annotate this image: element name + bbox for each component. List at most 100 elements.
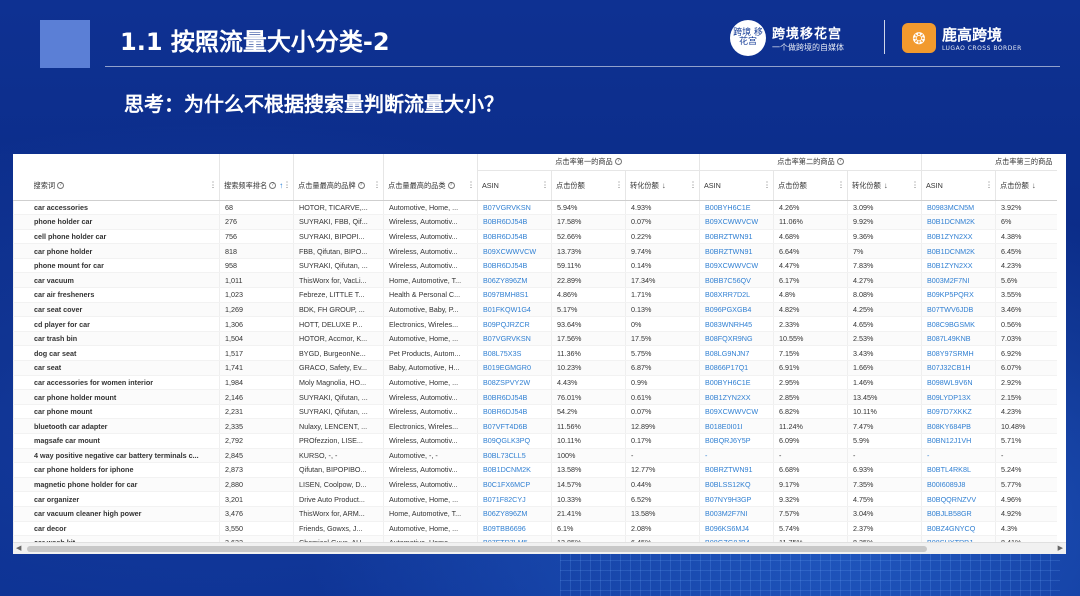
asin-cell[interactable]: B0BLSS12KQ (699, 477, 774, 493)
column-menu-icon[interactable]: ⋮ (985, 181, 993, 190)
asin-cell[interactable]: B0BN12J1VH (921, 433, 996, 449)
column-menu-icon[interactable]: ⋮ (209, 180, 217, 189)
asin-cell[interactable]: B0BR6DJ54B (477, 258, 552, 274)
asin-cell[interactable]: B0BR6DJ54B (477, 389, 552, 405)
help-icon[interactable]: ? (614, 158, 622, 166)
asin-cell[interactable]: B08KY684PB (921, 418, 996, 434)
column-menu-icon[interactable]: ⋮ (373, 180, 381, 189)
column-menu-icon[interactable]: ⋮ (911, 181, 919, 190)
asin-cell[interactable]: B096PGXGB4 (699, 302, 774, 318)
asin-cell[interactable]: B018E0I01I (699, 418, 774, 434)
asin-cell[interactable]: B08L75X3S (477, 345, 552, 362)
table-row[interactable]: car accessories for women interior 1,984 M… (13, 375, 1057, 391)
asin-cell[interactable]: B00I6089J8 (921, 477, 996, 493)
help-icon[interactable]: ? (357, 181, 365, 189)
asin-cell[interactable]: B09XCWWVCW (699, 214, 774, 230)
sort-desc-icon[interactable]: ↓ (1032, 181, 1036, 190)
asin-cell[interactable]: B0B1DCNM2K (921, 214, 996, 230)
sort-desc-icon[interactable]: ↓ (662, 181, 666, 190)
column-header-click-share-1[interactable]: 点击份额 ⋮ (551, 170, 626, 201)
asin-cell[interactable]: B0BR6DJ54B (477, 404, 552, 420)
table-row[interactable]: bluetooth car adapter 2,335 Nulaxy, LENCEN… (13, 418, 1057, 434)
asin-cell[interactable]: B0C1FX6MCP (477, 477, 552, 493)
scrollbar-thumb[interactable] (27, 546, 927, 552)
scroll-left-icon[interactable]: ◀ (16, 544, 21, 552)
asin-cell[interactable]: B00BYH6C1E (699, 200, 774, 216)
table-row[interactable]: dog car seat 1,517 BYGD, BurgeonNe... Pet P… (13, 345, 1057, 362)
table-row[interactable]: car accessories 68 HOTOR, TICARVE,... Autom… (13, 200, 1057, 216)
table-row[interactable]: phone holder car 276 SUYRAKI, FBB, Qif... W… (13, 214, 1057, 230)
asin-cell[interactable]: B0BL73CLL5 (477, 448, 552, 464)
asin-cell[interactable]: B0B1ZYN2XX (921, 229, 996, 245)
asin-cell[interactable]: B0BRZTWN91 (699, 229, 774, 245)
column-menu-icon[interactable]: ⋮ (283, 180, 291, 189)
asin-cell[interactable]: B08Y97SRMH (921, 345, 996, 362)
horizontal-scrollbar[interactable]: ◀ ▶ (13, 542, 1066, 554)
asin-cell[interactable]: B08FQXR9NG (699, 331, 774, 347)
table-row[interactable]: magnetic phone holder for car 2,880 LISEN,… (13, 477, 1057, 493)
table-row[interactable]: cd player for car 1,306 HOTT, DELUXE P... E… (13, 316, 1057, 332)
table-row[interactable]: car decor 3,550 Friends, Gowxs, J... Automo… (13, 521, 1057, 537)
asin-cell[interactable]: B019EGMGR0 (477, 360, 552, 376)
asin-cell[interactable]: B09XCWWVCW (477, 243, 552, 259)
help-icon[interactable]: ? (57, 181, 65, 189)
asin-cell[interactable]: B09QGLK3PQ (477, 433, 552, 449)
column-menu-icon[interactable]: ⋮ (541, 181, 549, 190)
help-icon[interactable]: ? (447, 181, 455, 189)
asin-cell[interactable]: B087L49KNB (921, 331, 996, 347)
table-row[interactable]: car phone holders for iphone 2,873 Qifutan… (13, 462, 1057, 478)
column-header-category[interactable]: 点击量最高的品类? ⋮ (383, 170, 478, 201)
asin-cell[interactable]: B09XCWWVCW (699, 258, 774, 274)
column-header-keyword[interactable]: 搜索词? ⋮ (13, 170, 220, 201)
asin-cell[interactable]: B083WNRH45 (699, 316, 774, 332)
asin-cell[interactable]: B0B1ZYN2XX (699, 389, 774, 405)
asin-cell[interactable]: B0983MCN5M (921, 200, 996, 216)
asin-cell[interactable]: B003M2F7NI (699, 506, 774, 522)
asin-cell[interactable]: B07VGRVKSN (477, 331, 552, 347)
asin-cell[interactable]: B09LYDP13X (921, 389, 996, 405)
asin-cell[interactable]: B098WL9V6N (921, 375, 996, 391)
asin-cell[interactable]: B0BRZTWN91 (699, 243, 774, 259)
asin-cell[interactable]: B0BZ4GNYCQ (921, 521, 996, 537)
asin-cell[interactable]: B08LG9NJN7 (699, 345, 774, 362)
asin-cell[interactable]: B07VGRVKSN (477, 200, 552, 216)
asin-cell[interactable]: B096KS6MJ4 (699, 521, 774, 537)
asin-cell[interactable]: B00BYH6C1E (699, 375, 774, 391)
asin-cell[interactable]: B06ZY896ZM (477, 272, 552, 289)
column-menu-icon[interactable]: ⋮ (689, 181, 697, 190)
asin-cell[interactable]: B07TWV6JDB (921, 302, 996, 318)
table-row[interactable]: car phone mount 2,231 SUYRAKI, Qifutan, ..… (13, 404, 1057, 420)
column-menu-icon[interactable]: ⋮ (837, 181, 845, 190)
asin-cell[interactable]: B08C9BGSMK (921, 316, 996, 332)
asin-cell[interactable]: B0BB7C56QV (699, 272, 774, 289)
table-row[interactable]: car seat 1,741 GRACO, Safety, Ev... Baby, A… (13, 360, 1057, 376)
asin-cell[interactable]: B09KP5PQRX (921, 287, 996, 303)
asin-cell[interactable]: B01FKQW1G4 (477, 302, 552, 318)
column-header-asin-3[interactable]: ASIN ⋮ (921, 170, 996, 201)
asin-cell[interactable]: B0BR6DJ54B (477, 229, 552, 245)
asin-cell[interactable]: B08ZSPVY2W (477, 375, 552, 391)
asin-cell[interactable]: B0B1ZYN2XX (921, 258, 996, 274)
column-menu-icon[interactable]: ⋮ (467, 180, 475, 189)
asin-cell[interactable]: B0BTL4RK8L (921, 462, 996, 478)
table-row[interactable]: car trash bin 1,504 HOTOR, Accmor, K... Aut… (13, 331, 1057, 347)
table-row[interactable]: car organizer 3,201 Drive Auto Product... A… (13, 491, 1057, 507)
asin-cell[interactable]: B09PQJRZCR (477, 316, 552, 332)
asin-cell[interactable]: B06ZY896ZM (477, 506, 552, 522)
asin-cell[interactable]: B0B1DCNM2K (477, 462, 552, 478)
asin-cell[interactable]: B097D7XKKZ (921, 404, 996, 420)
asin-cell[interactable]: B09TBB6696 (477, 521, 552, 537)
table-row[interactable]: car phone holder mount 2,146 SUYRAKI, Qifu… (13, 389, 1057, 405)
column-header-conv-share-2[interactable]: 转化份额 ↓ ⋮ (847, 170, 922, 201)
table-row[interactable]: magsafe car mount 2,792 PROfezzion, LISE..… (13, 433, 1057, 449)
table-row[interactable]: car seat cover 1,269 BDK, FH GROUP, ... Aut… (13, 302, 1057, 318)
asin-cell[interactable]: B071F82CYJ (477, 491, 552, 507)
column-header-rank[interactable]: 搜索频率排名? ↑ ⋮ (219, 170, 294, 201)
asin-cell[interactable]: B09XCWWVCW (699, 404, 774, 420)
asin-cell[interactable]: B097BMH8S1 (477, 287, 552, 303)
asin-cell[interactable]: B0BQQRNZVV (921, 491, 996, 507)
table-row[interactable]: car vacuum cleaner high power 3,476 ThisWo… (13, 506, 1057, 522)
column-menu-icon[interactable]: ⋮ (763, 181, 771, 190)
asin-cell[interactable]: B0BQRJ6Y5P (699, 433, 774, 449)
table-row[interactable]: car phone holder 818 FBB, Qifutan, BIPO...… (13, 243, 1057, 259)
